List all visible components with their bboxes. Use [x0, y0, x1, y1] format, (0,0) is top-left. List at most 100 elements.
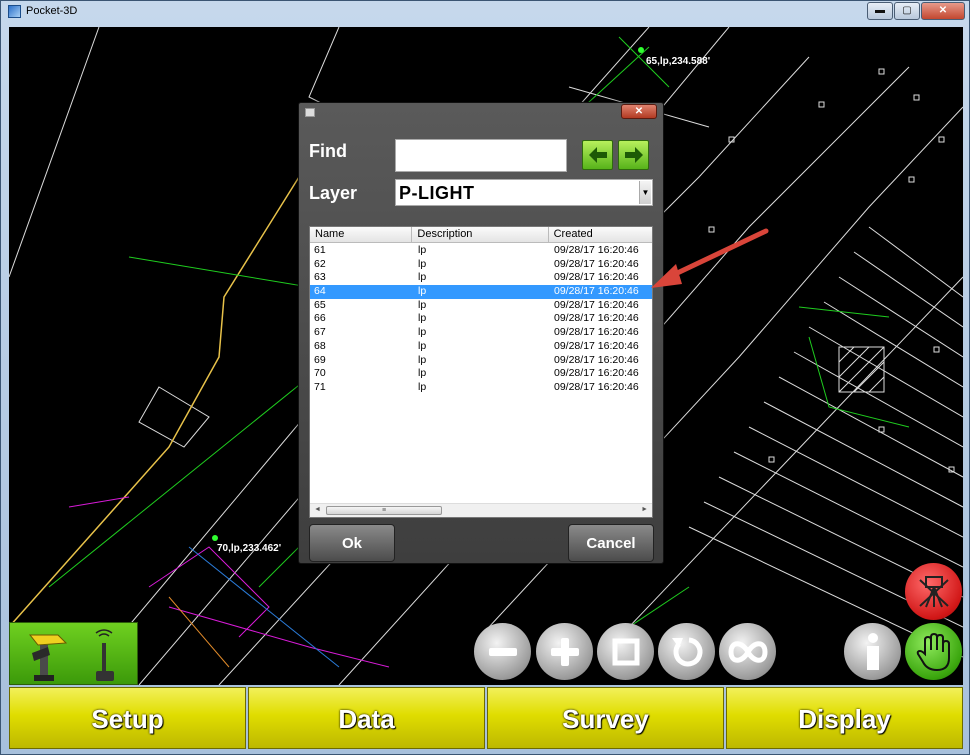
horizontal-scrollbar[interactable]: ◄ ≡ ►	[310, 503, 652, 517]
map-point-label: 70,lp,233.462'	[217, 543, 282, 554]
square-icon	[612, 638, 639, 665]
map-point-label: 65,lp,234.588'	[646, 56, 711, 67]
table-row[interactable]: 71 lp 09/28/17 16:20:46	[310, 381, 652, 395]
cell-description: lp	[418, 312, 427, 325]
dropdown-arrow-icon[interactable]: ▼	[639, 181, 651, 204]
table-row[interactable]: 66 lp 09/28/17 16:20:46	[310, 312, 652, 326]
cell-name: 67	[314, 326, 326, 339]
dialog-icon	[305, 108, 315, 117]
table-row[interactable]: 68 lp 09/28/17 16:20:46	[310, 340, 652, 354]
rotate-icon	[671, 637, 702, 666]
info-button[interactable]	[844, 623, 901, 680]
cell-name: 64	[314, 285, 326, 298]
column-header-description[interactable]: Description	[412, 227, 549, 242]
cell-name: 69	[314, 353, 326, 366]
cell-created: 09/28/17 16:20:46	[554, 367, 639, 380]
maximize-button[interactable]: ▢	[894, 2, 920, 20]
table-row[interactable]: 65 lp 09/28/17 16:20:46	[310, 299, 652, 313]
list-header: Name Description Created	[310, 227, 652, 243]
close-button[interactable]: ✕	[921, 2, 965, 20]
cell-name: 70	[314, 367, 326, 380]
column-header-created[interactable]: Created	[549, 227, 652, 242]
cell-name: 63	[314, 271, 326, 284]
minimize-button[interactable]: ▬	[867, 2, 893, 20]
zoom-all-button[interactable]	[719, 623, 776, 680]
scroll-left-icon[interactable]: ◄	[314, 506, 321, 513]
cell-created: 09/28/17 16:20:46	[554, 326, 639, 339]
cell-description: lp	[418, 285, 427, 298]
callout-arrow-icon	[651, 228, 769, 288]
cell-created: 09/28/17 16:20:46	[554, 285, 639, 298]
layer-label: Layer	[309, 183, 358, 203]
tab-display[interactable]: Display	[726, 687, 963, 749]
dialog-close-button[interactable]: ✕	[621, 104, 657, 119]
receiver-icon	[28, 629, 114, 681]
minus-icon	[488, 647, 517, 656]
info-icon	[866, 632, 879, 670]
layer-value: P-LIGHT	[399, 183, 475, 203]
title-bar: Pocket-3D ▬ ▢ ✕	[1, 1, 969, 23]
column-header-name[interactable]: Name	[310, 227, 413, 242]
cell-name: 62	[314, 257, 326, 270]
zoom-extents-button[interactable]	[597, 623, 654, 680]
hand-icon	[916, 632, 950, 671]
find-next-button[interactable]	[618, 140, 649, 170]
cell-created: 09/28/17 16:20:46	[554, 339, 639, 352]
rotate-button[interactable]	[658, 623, 715, 680]
cell-description: lp	[418, 298, 427, 311]
cell-name: 68	[314, 339, 326, 352]
cell-description: lp	[418, 326, 427, 339]
cell-created: 09/28/17 16:20:46	[554, 271, 639, 284]
survey-status-button[interactable]	[905, 563, 962, 620]
list-rows: 61 lp 09/28/17 16:20:46 62 lp 09/28/17 16:20:…	[310, 244, 652, 395]
cell-created: 09/28/17 16:20:46	[554, 298, 639, 311]
zoom-in-button[interactable]	[536, 623, 593, 680]
tab-survey[interactable]: Survey	[487, 687, 724, 749]
scroll-right-icon[interactable]: ►	[641, 506, 648, 513]
cell-created: 09/28/17 16:20:46	[554, 380, 639, 393]
table-row[interactable]: 61 lp 09/28/17 16:20:46	[310, 244, 652, 258]
app-window: Pocket-3D ▬ ▢ ✕ 65,lp,234.588' 70,lp,233…	[0, 0, 970, 755]
main-tab-bar: Setup Data Survey Display	[9, 687, 963, 749]
cell-created: 09/28/17 16:20:46	[554, 257, 639, 270]
table-row[interactable]: 64 lp 09/28/17 16:20:46	[310, 285, 652, 299]
cell-description: lp	[418, 244, 427, 256]
cell-description: lp	[418, 380, 427, 393]
table-row[interactable]: 67 lp 09/28/17 16:20:46	[310, 326, 652, 340]
cancel-button[interactable]: Cancel	[568, 524, 654, 562]
dialog-title-bar: ✕	[299, 103, 663, 123]
zoom-out-button[interactable]	[474, 623, 531, 680]
points-list[interactable]: Name Description Created 61 lp 09/28/17 16…	[309, 226, 653, 518]
pan-button[interactable]	[905, 623, 962, 680]
arrow-right-icon	[624, 147, 643, 163]
ok-button[interactable]: Ok	[309, 524, 395, 562]
find-label: Find	[309, 141, 347, 161]
arrow-left-icon	[588, 147, 607, 163]
table-row[interactable]: 69 lp 09/28/17 16:20:46	[310, 354, 652, 368]
cell-name: 71	[314, 380, 326, 393]
plus-icon	[550, 637, 579, 666]
tab-setup[interactable]: Setup	[9, 687, 246, 749]
cell-description: lp	[418, 271, 427, 284]
find-point-dialog: ✕ Find Layer P-LIGHT ▼ Name Description …	[298, 102, 664, 564]
caption-buttons: ▬ ▢ ✕	[866, 2, 965, 20]
table-row[interactable]: 63 lp 09/28/17 16:20:46	[310, 271, 652, 285]
gps-status-panel[interactable]	[9, 622, 138, 685]
tab-data[interactable]: Data	[248, 687, 485, 749]
cell-description: lp	[418, 339, 427, 352]
scrollbar-thumb[interactable]: ≡	[326, 506, 442, 515]
cell-name: 65	[314, 298, 326, 311]
cell-description: lp	[418, 353, 427, 366]
table-row[interactable]: 70 lp 09/28/17 16:20:46	[310, 367, 652, 381]
infinity-icon	[727, 640, 768, 663]
cell-created: 09/28/17 16:20:46	[554, 353, 639, 366]
table-row[interactable]: 62 lp 09/28/17 16:20:46	[310, 258, 652, 272]
cell-created: 09/28/17 16:20:46	[554, 312, 639, 325]
tripod-crossed-icon	[918, 575, 949, 607]
layer-dropdown[interactable]: P-LIGHT ▼	[395, 179, 653, 206]
window-title: Pocket-3D	[26, 5, 78, 17]
find-previous-button[interactable]	[582, 140, 613, 170]
cell-description: lp	[418, 367, 427, 380]
find-input[interactable]	[395, 139, 567, 172]
app-icon	[8, 5, 21, 18]
